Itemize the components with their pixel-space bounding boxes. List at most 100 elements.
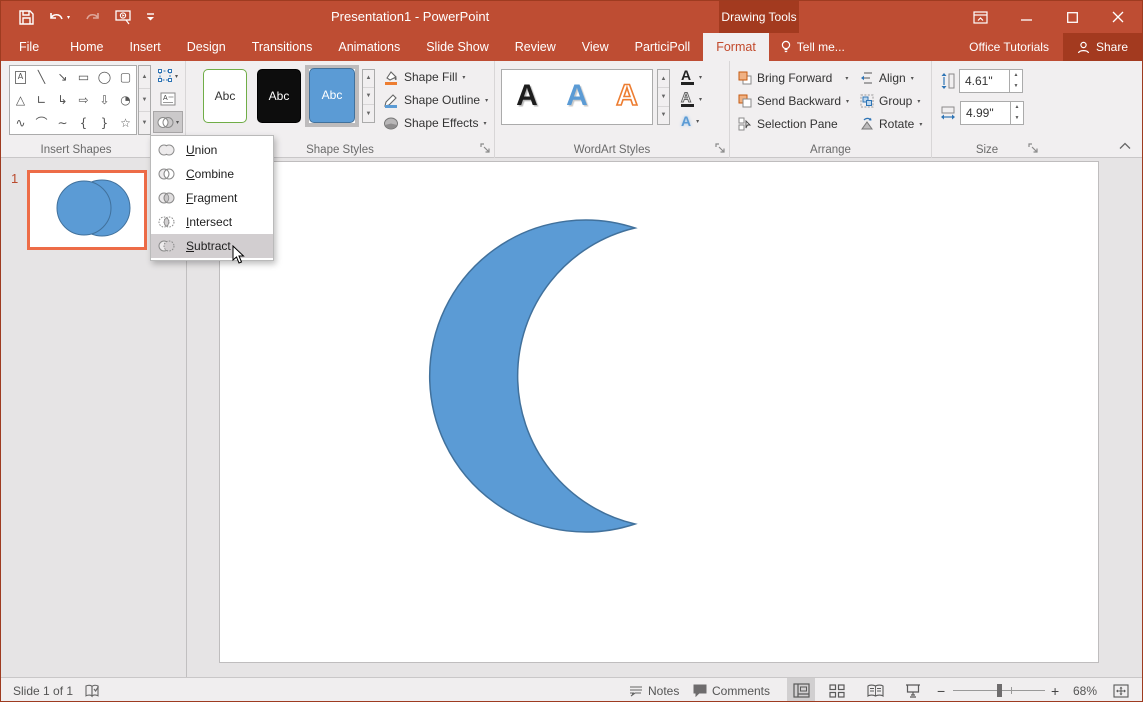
- gallery-scroll-down-icon[interactable]: ▼: [139, 89, 150, 112]
- tab-design[interactable]: Design: [174, 33, 239, 61]
- undo-button[interactable]: ▾: [48, 10, 70, 24]
- curve-shape-icon[interactable]: ∼: [52, 111, 73, 134]
- tab-file[interactable]: File: [1, 33, 57, 61]
- elbow-arrow-connector-icon[interactable]: ↳: [52, 89, 73, 112]
- menu-item-combine[interactable]: Combine: [151, 162, 273, 186]
- tab-slide-show[interactable]: Slide Show: [413, 33, 502, 61]
- down-arrow-shape-icon[interactable]: ⇩: [94, 89, 115, 112]
- wordart-more-icon[interactable]: ▼: [658, 107, 669, 124]
- save-icon[interactable]: [19, 10, 34, 25]
- normal-view-button[interactable]: [787, 678, 815, 702]
- text-box-button[interactable]: A: [153, 88, 183, 110]
- proofing-icon[interactable]: [85, 678, 101, 702]
- scribble-shape-icon[interactable]: ∿: [10, 111, 31, 134]
- shape-style-thumbnail-1[interactable]: Abc: [203, 69, 247, 123]
- merge-shapes-button[interactable]: ▾: [153, 111, 183, 133]
- group-button[interactable]: Group ▾: [860, 90, 922, 112]
- shape-style-thumbnail-2[interactable]: Abc: [257, 69, 301, 123]
- elbow-connector-icon[interactable]: ∟: [31, 89, 52, 112]
- start-from-beginning-icon[interactable]: [115, 10, 132, 25]
- minimize-icon[interactable]: [1003, 1, 1049, 33]
- shape-style-thumbnail-3-selected[interactable]: Abc: [309, 68, 355, 123]
- menu-item-union[interactable]: Union: [151, 138, 273, 162]
- styles-more-icon[interactable]: ▼: [363, 105, 374, 122]
- bring-forward-button[interactable]: Bring Forward ▾: [738, 67, 849, 89]
- oval-shape-icon[interactable]: ◯: [94, 66, 115, 89]
- zoom-in-button[interactable]: +: [1051, 678, 1059, 702]
- undo-dropdown-caret[interactable]: ▾: [67, 14, 70, 21]
- slide-1-thumbnail[interactable]: [27, 170, 147, 250]
- text-fill-button[interactable]: A ▾: [681, 67, 702, 87]
- tab-home[interactable]: Home: [57, 33, 116, 61]
- powerpoint-window: ▾ Presentation1 - PowerPoint Drawing Too…: [0, 0, 1143, 702]
- rotate-button[interactable]: Rotate ▾: [860, 113, 922, 135]
- right-brace-shape-icon[interactable]: }: [94, 111, 115, 134]
- tab-review[interactable]: Review: [502, 33, 569, 61]
- wordart-scroll-up-icon[interactable]: ▲: [658, 70, 669, 88]
- line-shape-icon[interactable]: ╲: [31, 66, 52, 89]
- ribbon-display-options-icon[interactable]: [957, 1, 1003, 33]
- send-backward-button[interactable]: Send Backward ▾: [738, 90, 849, 112]
- slide-indicator[interactable]: Slide 1 of 1: [13, 678, 73, 702]
- height-spinner[interactable]: ▲▼: [1009, 70, 1022, 92]
- maximize-icon[interactable]: [1049, 1, 1095, 33]
- star-shape-icon[interactable]: ☆: [115, 111, 136, 134]
- zoom-slider-thumb[interactable]: [997, 684, 1002, 697]
- zoom-level[interactable]: 68%: [1073, 678, 1097, 702]
- arrow-shape-icon[interactable]: ↘: [52, 66, 73, 89]
- gallery-scroll-up-icon[interactable]: ▲: [139, 66, 150, 89]
- tab-transitions[interactable]: Transitions: [239, 33, 326, 61]
- pie-shape-icon[interactable]: ◔: [115, 89, 136, 112]
- office-tutorials-link[interactable]: Office Tutorials: [955, 33, 1063, 61]
- share-button[interactable]: Share: [1063, 33, 1142, 61]
- edit-shape-button[interactable]: ▾: [153, 65, 183, 87]
- crescent-moon-shape[interactable]: [220, 162, 1098, 662]
- wordart-style-3[interactable]: A: [602, 70, 652, 124]
- tab-participoll[interactable]: ParticiPoll: [622, 33, 704, 61]
- styles-scroll-up-icon[interactable]: ▲: [363, 70, 374, 88]
- text-box-shape-icon[interactable]: A: [10, 66, 31, 89]
- shape-fill-button[interactable]: Shape Fill ▾: [383, 66, 488, 88]
- tab-format[interactable]: Format: [703, 33, 769, 61]
- selection-pane-button[interactable]: Selection Pane: [738, 113, 849, 135]
- slide-sorter-button[interactable]: [823, 678, 851, 702]
- rectangle-shape-icon[interactable]: ▭: [73, 66, 94, 89]
- tab-insert[interactable]: Insert: [117, 33, 174, 61]
- tab-view[interactable]: View: [569, 33, 622, 61]
- zoom-out-button[interactable]: −: [937, 678, 945, 702]
- text-outline-button[interactable]: A ▾: [681, 89, 702, 109]
- close-icon[interactable]: [1095, 1, 1141, 33]
- reading-view-button[interactable]: [861, 678, 889, 702]
- styles-scroll-down-icon[interactable]: ▼: [363, 88, 374, 106]
- slide-editing-area[interactable]: [187, 158, 1142, 677]
- notes-button[interactable]: Notes: [629, 678, 679, 702]
- arc-shape-icon[interactable]: ⌒: [31, 111, 52, 134]
- tell-me-box[interactable]: Tell me...: [769, 33, 857, 61]
- width-spinner[interactable]: ▲▼: [1010, 102, 1023, 124]
- slideshow-view-button[interactable]: [899, 678, 927, 702]
- shape-height-field[interactable]: 4.61" ▲▼: [959, 69, 1023, 93]
- right-arrow-shape-icon[interactable]: ⇨: [73, 89, 94, 112]
- menu-item-subtract[interactable]: Subtract: [151, 234, 273, 258]
- left-brace-shape-icon[interactable]: {: [73, 111, 94, 134]
- shape-outline-caret: ▾: [485, 97, 488, 104]
- tab-animations[interactable]: Animations: [325, 33, 413, 61]
- customize-qat-icon[interactable]: [146, 12, 155, 22]
- comments-button[interactable]: Comments: [693, 678, 770, 702]
- wordart-scroll-down-icon[interactable]: ▼: [658, 88, 669, 106]
- triangle-shape-icon[interactable]: △: [10, 89, 31, 112]
- slide-canvas[interactable]: [219, 161, 1099, 663]
- wordart-style-2[interactable]: A: [552, 70, 602, 124]
- align-button[interactable]: Align ▾: [860, 67, 922, 89]
- wordart-style-1[interactable]: A: [502, 70, 552, 124]
- menu-item-fragment[interactable]: Fragment: [151, 186, 273, 210]
- fit-to-window-button[interactable]: [1113, 678, 1129, 702]
- collapse-ribbon-icon[interactable]: [1119, 139, 1131, 153]
- rounded-rectangle-shape-icon[interactable]: ▢: [115, 66, 136, 89]
- gallery-more-icon[interactable]: ▼: [139, 112, 150, 134]
- menu-item-intersect[interactable]: Intersect: [151, 210, 273, 234]
- text-effects-button[interactable]: A ▾: [681, 111, 702, 131]
- shape-outline-button[interactable]: Shape Outline ▾: [383, 89, 488, 111]
- shape-effects-button[interactable]: Shape Effects ▾: [383, 112, 488, 134]
- shape-width-field[interactable]: 4.99" ▲▼: [960, 101, 1024, 125]
